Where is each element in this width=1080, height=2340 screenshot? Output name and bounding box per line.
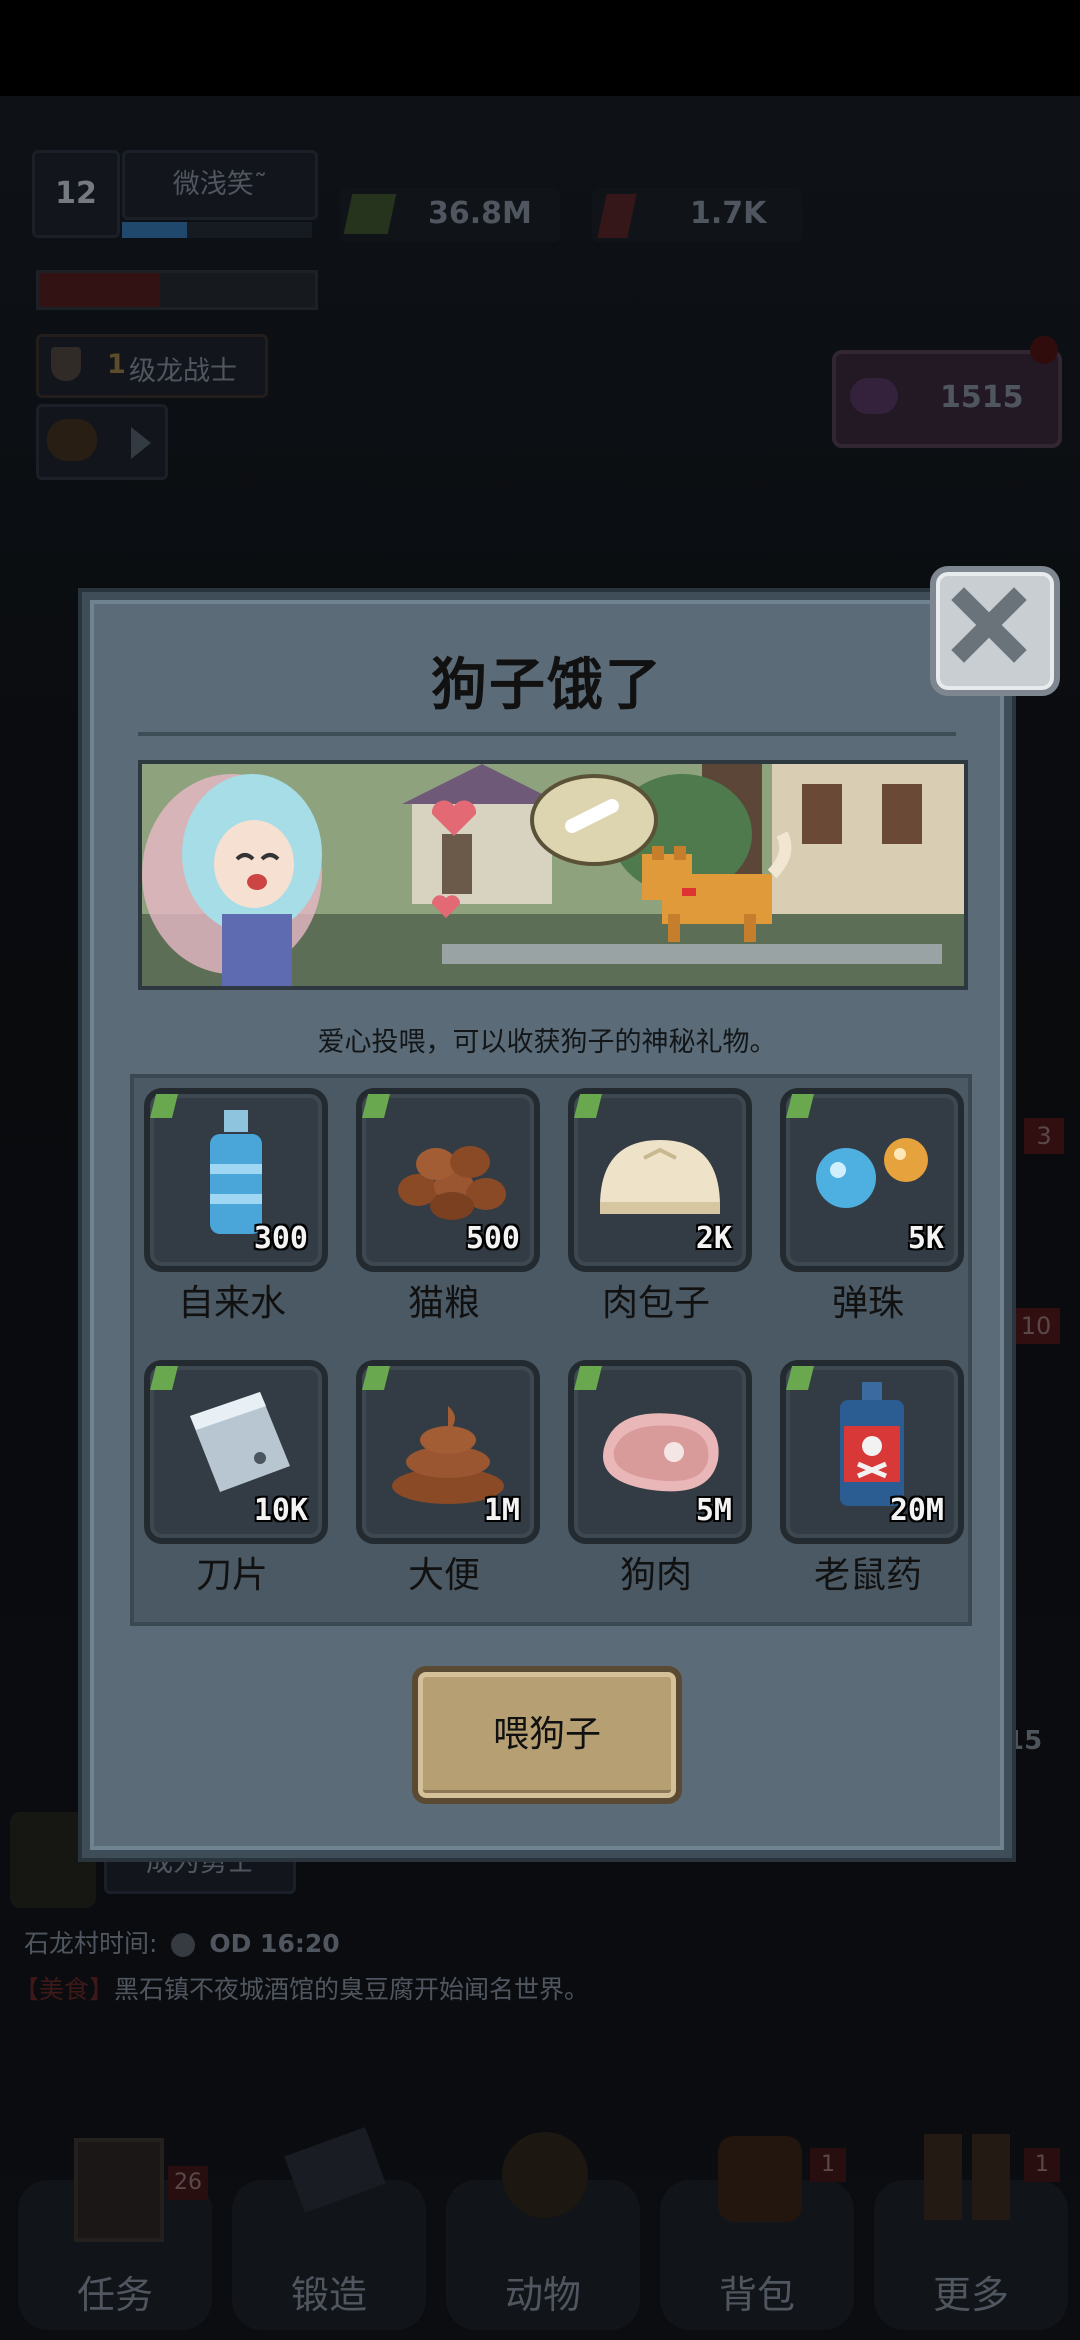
item-price: 5M [695,1493,732,1528]
item-slot[interactable]: 20M [780,1360,964,1544]
green-gem-icon [574,1094,602,1118]
feed-item-cat-food[interactable]: 500 猫粮 [346,1078,558,1348]
item-price: 500 [465,1221,520,1256]
feed-item-grid: 300 自来水 500 猫粮 2K 肉包子 5K 弹珠 10K 刀片 1M 大便… [130,1074,972,1626]
item-price: 300 [253,1221,308,1256]
item-slot[interactable]: 5K [780,1088,964,1272]
item-price: 1M [483,1493,520,1528]
status-bar-area [0,0,1080,96]
feed-item-rat-poison[interactable]: 20M 老鼠药 [770,1350,982,1620]
feed-dog-button-label: 喂狗子 [492,1714,601,1755]
green-gem-icon [362,1366,390,1390]
close-button[interactable] [930,566,1060,696]
green-gem-icon [150,1366,178,1390]
dialog-title: 狗子饿了 [431,653,663,718]
green-gem-icon [574,1366,602,1390]
item-slot[interactable]: 300 [144,1088,328,1272]
game-screen: 12 微浅笑˜ 36.8M 1.7K 1 级龙战士 1515 3 10 15 成… [0,0,1080,2340]
item-name: 老鼠药 [813,1555,922,1596]
item-slot[interactable]: 1M [356,1360,540,1544]
feed-item-meat-bun[interactable]: 2K 肉包子 [558,1078,770,1348]
green-gem-icon [150,1094,178,1118]
item-slot[interactable]: 2K [568,1088,752,1272]
close-icon [951,587,1027,663]
item-name: 肉包子 [601,1283,710,1324]
feed-dog-button[interactable]: 喂狗子 [412,1666,682,1804]
item-price: 2K [695,1221,732,1256]
item-name: 刀片 [195,1555,268,1596]
item-price: 10K [253,1493,308,1528]
item-price: 5K [907,1221,944,1256]
banner-scene [142,764,964,986]
item-name: 猫粮 [407,1283,480,1324]
item-name: 大便 [407,1555,480,1596]
feed-item-blade[interactable]: 10K 刀片 [134,1350,346,1620]
green-gem-icon [362,1094,390,1118]
item-slot[interactable]: 10K [144,1360,328,1544]
item-slot[interactable]: 500 [356,1088,540,1272]
title-divider [138,732,956,736]
dog-banner-image [138,760,968,990]
item-name: 自来水 [177,1283,286,1324]
item-slot[interactable]: 5M [568,1360,752,1544]
feed-item-water[interactable]: 300 自来水 [134,1078,346,1348]
feed-dog-dialog: 狗子饿了 爱心投喂，可以收获狗子的神秘礼物。 300 自来水 500 猫粮 2K… [82,592,1012,1858]
feed-item-marbles[interactable]: 5K 弹珠 [770,1078,982,1348]
feed-item-dog-meat[interactable]: 5M 狗肉 [558,1350,770,1620]
item-price: 20M [889,1493,944,1528]
item-name: 狗肉 [619,1555,692,1596]
dialog-subtitle: 爱心投喂，可以收获狗子的神秘礼物。 [317,1027,777,1058]
green-gem-icon [786,1094,814,1118]
feed-item-poop[interactable]: 1M 大便 [346,1350,558,1620]
green-gem-icon [786,1366,814,1390]
item-name: 弹珠 [831,1283,904,1324]
